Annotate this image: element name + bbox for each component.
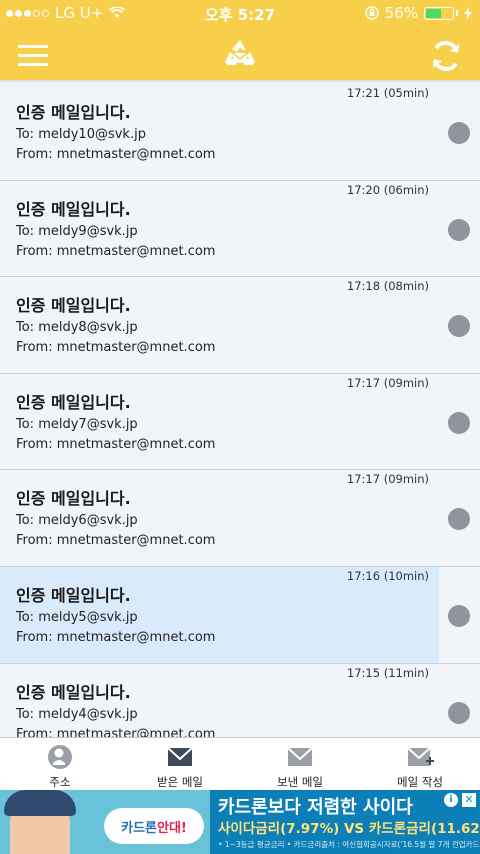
- mail-time: 17:20 (06min): [346, 182, 429, 197]
- mail-time: 17:17 (09min): [346, 472, 429, 487]
- mail-recipient: To: meldy8@svk.jp: [16, 320, 138, 336]
- bottom-tab-bar: 주소 받은 메일 보낸 메일 메일 작성: [0, 737, 480, 790]
- ad-subtitle: 사이다금리(7.97%) VS 카드론금리(11.62%): [218, 821, 480, 837]
- ad-title: 카드론보다 저렴한 사이다: [218, 797, 413, 818]
- tab-sent-label: 보낸 메일: [277, 775, 323, 789]
- navigation-bar: [0, 28, 480, 82]
- mail-status-dot-icon[interactable]: [448, 315, 470, 338]
- battery-icon: [424, 6, 454, 20]
- mail-status-dot-icon[interactable]: [448, 604, 470, 627]
- ad-info-icon[interactable]: i: [444, 793, 458, 807]
- mail-recipient: To: meldy10@svk.jp: [16, 127, 146, 142]
- mail-recipient: To: meldy9@svk.jp: [16, 223, 138, 239]
- mail-status-dot-icon[interactable]: [448, 508, 470, 531]
- mail-sender: From: mnetmaster@mnet.com: [16, 147, 216, 162]
- ad-speech-bubble: 카드론 안대!: [104, 808, 204, 844]
- mail-time: 17:16 (10min): [346, 568, 429, 583]
- ad-bubble-brand: 카드론: [121, 820, 158, 836]
- mail-sender: From: mnetmaster@mnet.com: [16, 243, 216, 259]
- ad-close-icon[interactable]: ✕: [462, 793, 476, 807]
- tab-address[interactable]: 주소: [0, 738, 120, 790]
- mail-row[interactable]: 17:15 (11min) 인증 메일입니다. To: meldy4@svk.jp F…: [0, 663, 480, 737]
- mail-row[interactable]: 17:17 (09min) 인증 메일입니다. To: meldy7@svk.jp F…: [0, 373, 480, 471]
- mail-status-dot-icon[interactable]: [448, 218, 470, 241]
- mail-recipient: To: meldy6@svk.jp: [16, 513, 138, 529]
- mail-sender: From: mnetmaster@mnet.com: [16, 436, 216, 452]
- address-person-icon: [48, 745, 72, 769]
- mail-subject: 인증 메일입니다.: [16, 103, 131, 122]
- tab-inbox-label: 받은 메일: [157, 775, 203, 789]
- compose-mail-icon: [407, 747, 434, 766]
- refresh-icon[interactable]: [428, 38, 464, 74]
- tab-inbox[interactable]: 받은 메일: [120, 738, 240, 790]
- tab-compose-label: 메일 작성: [397, 775, 443, 789]
- mail-subject: 인증 메일입니다.: [16, 489, 131, 509]
- mail-subject: 인증 메일입니다.: [16, 296, 131, 316]
- battery-percent: 56%: [384, 4, 418, 22]
- mail-row[interactable]: 17:20 (06min) 인증 메일입니다. To: meldy9@svk.jp F…: [0, 180, 480, 278]
- mail-recipient: To: meldy5@svk.jp: [16, 609, 138, 625]
- mail-subject: 인증 메일입니다.: [16, 392, 131, 412]
- mail-row[interactable]: 17:21 (05min) 인증 메일입니다. To: meldy10@svk.jp…: [0, 84, 480, 181]
- tab-compose[interactable]: 메일 작성: [360, 738, 480, 790]
- charging-bolt-icon: [464, 6, 472, 20]
- mail-time: 17:15 (11min): [346, 665, 429, 680]
- mail-status-dot-icon[interactable]: [448, 122, 470, 144]
- orientation-lock-icon: [364, 6, 379, 20]
- hamburger-menu-icon[interactable]: [18, 45, 48, 67]
- mail-time: 17:18 (08min): [346, 279, 429, 294]
- mail-time: 17:17 (09min): [346, 375, 429, 390]
- mail-recipient: To: meldy4@svk.jp: [16, 706, 138, 722]
- recycle-mail-logo-icon: [225, 40, 255, 65]
- status-right: 56%: [364, 4, 472, 22]
- ad-illustration: 카드론 안대!: [0, 790, 210, 854]
- mail-row[interactable]: 17:18 (08min) 인증 메일입니다. To: meldy8@svk.jp F…: [0, 277, 480, 374]
- mail-subject: 인증 메일입니다.: [16, 682, 131, 702]
- inbox-mail-icon: [167, 747, 193, 766]
- battery-tip: [456, 10, 458, 16]
- mail-status-dot-icon[interactable]: [448, 701, 470, 724]
- mail-status-dot-icon[interactable]: [448, 411, 470, 434]
- mail-time: 17:21 (05min): [346, 86, 429, 100]
- mail-sender: From: mnetmaster@mnet.com: [16, 629, 216, 645]
- mail-subject: 인증 메일입니다.: [16, 199, 131, 219]
- tab-address-label: 주소: [49, 775, 71, 789]
- mail-row[interactable]: 17:16 (10min) 인증 메일입니다. To: meldy5@svk.jp F…: [0, 566, 480, 664]
- mail-recipient: To: meldy7@svk.jp: [16, 416, 138, 432]
- ad-fine-print: • 1~3등급 평균금리 • 카드금리출처 : 여신협회공시자료('16.5월 …: [218, 840, 480, 849]
- mail-list[interactable]: 17:21 (05min) 인증 메일입니다. To: meldy10@svk.jp…: [0, 84, 480, 737]
- ad-banner[interactable]: 카드론 안대! 카드론보다 저렴한 사이다 사이다금리(7.97%) VS 카드…: [0, 790, 480, 854]
- ad-bubble-text: 안대!: [157, 820, 187, 836]
- ad-character-hair: [4, 790, 76, 816]
- status-bar: LG U+ 오후 5:27 56%: [0, 0, 480, 28]
- tab-sent[interactable]: 보낸 메일: [240, 738, 360, 790]
- mail-sender: From: mnetmaster@mnet.com: [16, 533, 216, 549]
- sent-mail-icon: [287, 747, 313, 766]
- mail-sender: From: mnetmaster@mnet.com: [16, 726, 216, 737]
- mail-subject: 인증 메일입니다.: [16, 585, 131, 605]
- mail-row[interactable]: 17:17 (09min) 인증 메일입니다. To: meldy6@svk.jp F…: [0, 470, 480, 567]
- mail-sender: From: mnetmaster@mnet.com: [16, 340, 216, 356]
